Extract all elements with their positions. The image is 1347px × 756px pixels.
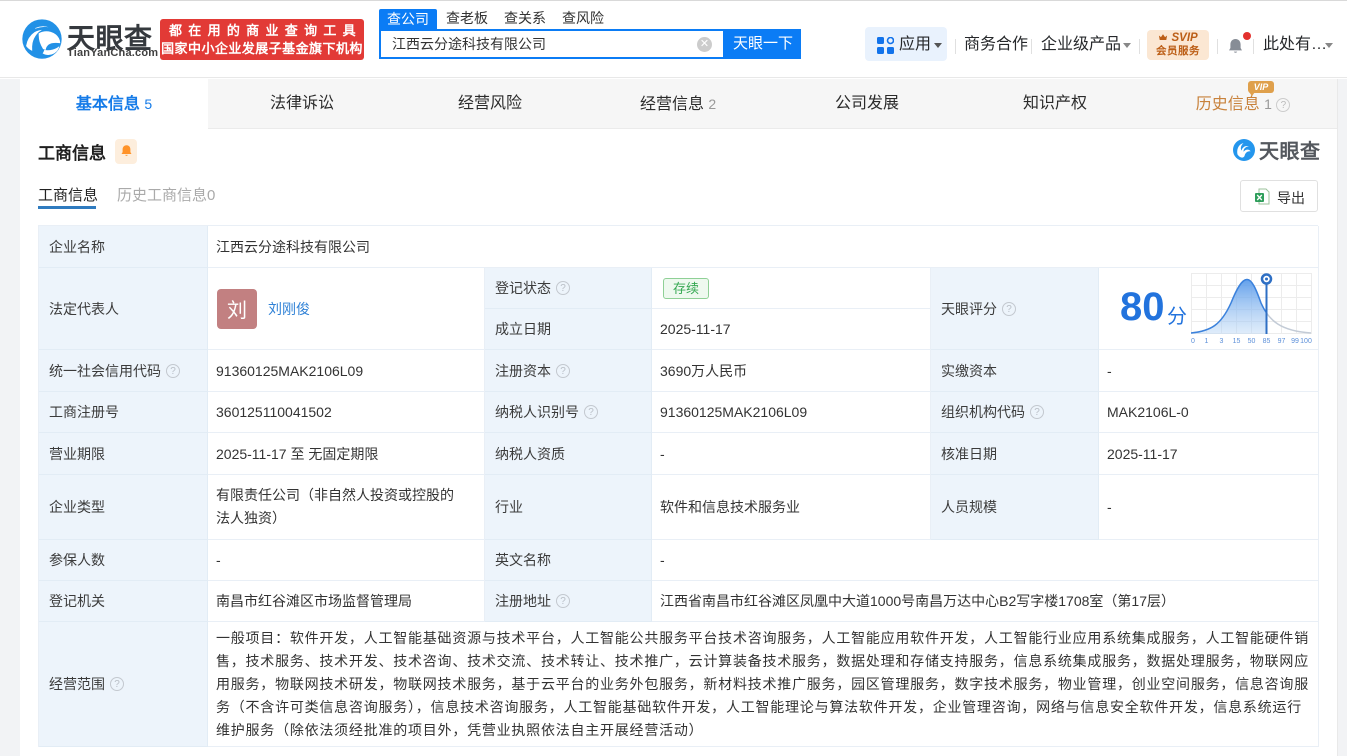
svg-text:天眼查: 天眼查 (1259, 139, 1321, 162)
svg-text:50: 50 (1248, 338, 1256, 345)
svg-text:97: 97 (1278, 338, 1286, 345)
svg-text:99: 99 (1291, 338, 1299, 345)
svg-text:85: 85 (1263, 338, 1271, 345)
svg-text:15: 15 (1233, 338, 1241, 345)
svg-text:100: 100 (1300, 338, 1312, 345)
svg-text:0: 0 (1191, 338, 1195, 345)
svg-text:3: 3 (1220, 338, 1224, 345)
svg-text:1: 1 (1205, 338, 1209, 345)
